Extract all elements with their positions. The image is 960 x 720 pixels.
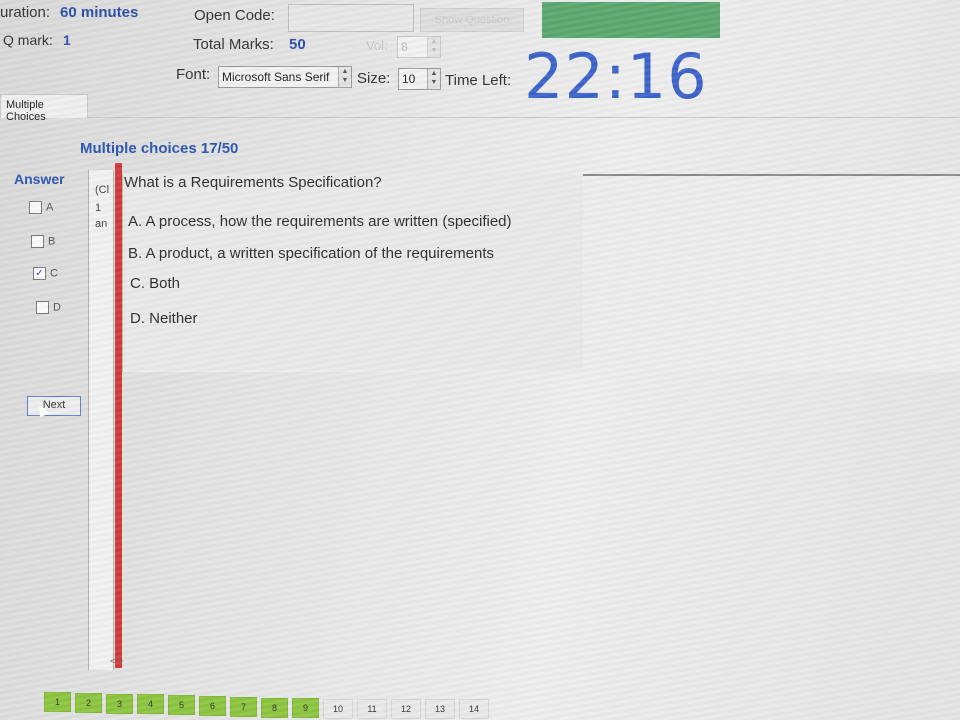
question-nav-item-14[interactable]: 14 [459,699,489,720]
time-left-label: Time Left: [445,72,512,89]
option-d-label: D [53,301,61,314]
checkbox-c-checked-icon[interactable]: ✓ [33,267,46,280]
question-list-text: (Cl 1 an [95,184,109,230]
duration-label: uration: [0,4,51,21]
tab-multiple-choices[interactable]: Multiple Choices [0,94,88,123]
answer-heading: Answer [14,171,65,187]
question-nav-item-12[interactable]: 12 [391,699,421,720]
font-label: Font: [176,66,211,83]
size-stepper[interactable]: 10 ▲ ▼ [398,68,441,90]
open-code-input[interactable] [288,4,414,32]
question-nav-item-13[interactable]: 13 [425,699,455,720]
choice-a: A. A process, how the requirements are w… [128,213,512,230]
answer-option-b[interactable]: B [31,235,55,248]
qmark-label: Q mark: [3,32,53,48]
checkbox-a[interactable] [29,201,42,214]
question-nav-item-4[interactable]: 4 [137,694,164,715]
choice-c: C. Both [130,275,181,292]
scroll-arrows-icon[interactable]: < > [110,656,123,666]
answer-option-d[interactable]: D [36,301,61,314]
size-label: Size: [357,70,391,87]
font-spin-icon[interactable]: ▲ ▼ [338,67,351,87]
question-nav-item-8[interactable]: 8 [261,697,288,718]
section-title: Multiple choices 17/50 [80,140,239,157]
question-text: What is a Requirements Specification? [124,174,382,191]
checkbox-b[interactable] [31,235,44,248]
checkbox-d[interactable] [36,301,49,314]
question-nav-item-9[interactable]: 9 [292,698,319,719]
vol-value: 8 [401,40,408,54]
question-nav-item-6[interactable]: 6 [199,696,226,716]
choice-d: D. Neither [130,310,198,327]
answer-option-c[interactable]: ✓ C [33,267,58,280]
vol-stepper[interactable]: 8 ▲ ▼ [397,36,441,58]
question-list-line2: 1 [95,202,102,214]
tab-label: Multiple Choices [6,99,46,123]
total-marks-label: Total Marks: [193,36,274,53]
size-value: 10 [402,72,416,86]
size-spin-icon[interactable]: ▲ ▼ [427,69,440,89]
choice-b: B. A product, a written specification of… [128,245,495,262]
question-list-line1: (Cl [95,184,110,196]
question-nav-item-1[interactable]: 1 [44,692,71,712]
question-body [122,174,583,370]
status-bar [542,2,720,38]
qmark-value: 1 [63,32,71,48]
question-nav-item-2[interactable]: 2 [75,692,102,713]
font-select[interactable]: Microsoft Sans Serif ▲ ▼ [218,66,352,88]
option-c-label: C [50,267,58,280]
option-a-label: A [46,201,54,214]
vol-label: Vol: [366,38,388,53]
question-list-line3: an [95,218,108,230]
font-value: Microsoft Sans Serif [222,70,330,84]
question-nav-item-10[interactable]: 10 [323,699,353,720]
answer-option-a[interactable]: A [29,201,53,214]
question-nav-item-5[interactable]: 5 [168,695,195,716]
option-b-label: B [48,235,56,248]
open-code-label: Open Code: [194,7,275,24]
duration-value: 60 minutes [60,4,139,21]
question-list-pane[interactable] [88,170,114,670]
vol-spin-icon[interactable]: ▲ ▼ [427,37,440,57]
exam-window: uration: 60 minutes Open Code: Show Ques… [0,0,960,720]
question-nav-item-3[interactable]: 3 [106,693,133,714]
time-left-clock: 22:16 [524,40,708,113]
total-marks-value: 50 [289,36,306,53]
divider-rule [115,163,122,668]
question-nav-item-7[interactable]: 7 [230,696,257,717]
tab-divider [88,117,960,118]
show-question-button[interactable]: Show Question [420,8,524,32]
question-nav-item-11[interactable]: 11 [357,699,387,720]
